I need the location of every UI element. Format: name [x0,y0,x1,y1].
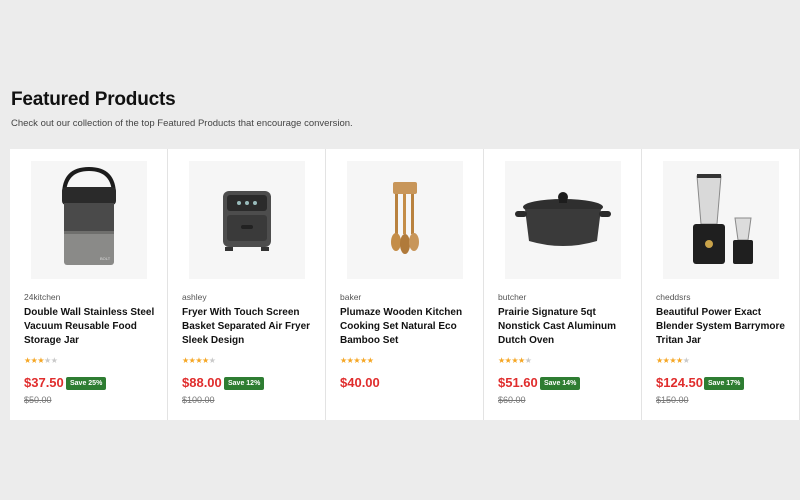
dutch-oven-icon [515,192,611,246]
section-subtitle: Check out our collection of the top Feat… [11,118,353,129]
star-filled-icon: ★ [353,356,361,365]
rating-stars: ★★★★★ [182,356,216,366]
star-empty-icon: ★ [682,356,690,365]
product-price: $51.60 [498,375,538,390]
rating-stars: ★★★★★ [656,356,690,366]
product-price: $40.00 [340,375,380,390]
product-card[interactable]: butcher Prairie Signature 5qt Nonstick C… [484,149,642,420]
featured-products-section: Featured Products Check out our collecti… [0,0,800,500]
star-filled-icon: ★ [676,356,683,365]
star-filled-icon: ★ [518,356,525,365]
product-title[interactable]: Plumaze Wooden Kitchen Cooking Set Natur… [340,306,480,348]
star-filled-icon: ★ [24,356,31,365]
star-empty-icon: ★ [50,356,58,365]
star-filled-icon: ★ [37,356,45,365]
product-vendor[interactable]: cheddsrs [656,292,691,302]
star-filled-icon: ★ [366,356,374,365]
wooden-utensils-icon [391,182,419,254]
star-filled-icon: ★ [656,356,663,365]
compare-price: $60.00 [498,395,526,405]
product-vendor[interactable]: butcher [498,292,526,302]
product-image[interactable] [663,161,779,279]
compare-price: $100.00 [182,395,215,405]
save-badge: Save 14% [540,377,581,390]
product-card[interactable]: BOLT 24kitchen Double Wall Stainless Ste… [10,149,168,420]
product-vendor[interactable]: ashley [182,292,207,302]
save-badge: Save 25% [66,377,107,390]
rating-stars: ★★★★★ [24,356,58,366]
star-empty-icon: ★ [524,356,532,365]
save-badge: Save 17% [704,377,745,390]
blender-icon [693,174,753,264]
rating-stars: ★★★★★ [340,356,374,366]
product-image[interactable] [347,161,463,279]
product-price: $124.50 [656,375,703,390]
product-price: $37.50 [24,375,64,390]
compare-price: $150.00 [656,395,689,405]
product-title[interactable]: Double Wall Stainless Steel Vacuum Reusa… [24,306,164,348]
star-filled-icon: ★ [202,356,209,365]
product-grid: BOLT 24kitchen Double Wall Stainless Ste… [10,149,800,420]
air-fryer-icon [223,191,271,251]
star-filled-icon: ★ [195,356,203,365]
rating-stars: ★★★★★ [498,356,532,366]
product-vendor[interactable]: 24kitchen [24,292,60,302]
star-filled-icon: ★ [340,356,347,365]
svg-text:BOLT: BOLT [100,256,111,261]
food-jar-icon: BOLT [62,166,116,265]
star-filled-icon: ★ [511,356,519,365]
product-card[interactable]: baker Plumaze Wooden Kitchen Cooking Set… [326,149,484,420]
product-image[interactable] [189,161,305,279]
product-vendor[interactable]: baker [340,292,361,302]
star-filled-icon: ★ [182,356,189,365]
product-price: $88.00 [182,375,222,390]
product-image[interactable] [505,161,621,279]
star-empty-icon: ★ [44,356,51,365]
product-title[interactable]: Prairie Signature 5qt Nonstick Cast Alum… [498,306,638,348]
compare-price: $50.00 [24,395,52,405]
product-card[interactable]: cheddsrs Beautiful Power Exact Blender S… [642,149,800,420]
product-image[interactable]: BOLT [31,161,147,279]
star-filled-icon: ★ [360,356,367,365]
product-card[interactable]: ashley Fryer With Touch Screen Basket Se… [168,149,326,420]
save-badge: Save 12% [224,377,265,390]
star-filled-icon: ★ [669,356,677,365]
star-filled-icon: ★ [498,356,505,365]
product-title[interactable]: Fryer With Touch Screen Basket Separated… [182,306,322,348]
product-title[interactable]: Beautiful Power Exact Blender System Bar… [656,306,796,348]
section-title: Featured Products [11,89,176,110]
star-empty-icon: ★ [208,356,216,365]
